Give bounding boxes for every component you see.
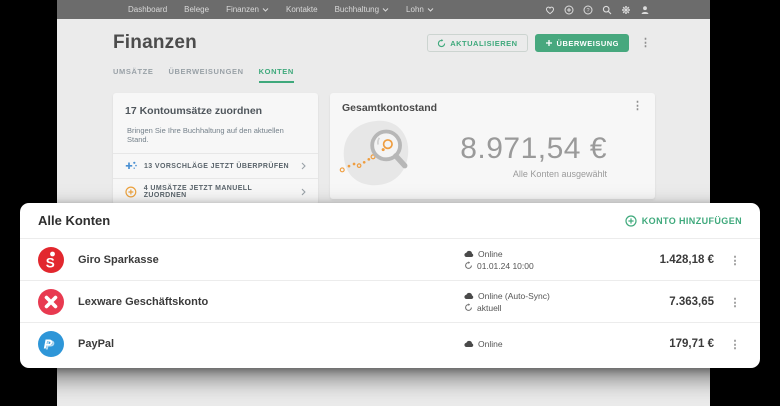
page-title: Finanzen bbox=[113, 32, 197, 54]
status-sync-line: 01.01.24 10:00 bbox=[464, 261, 594, 271]
finance-tabs: UMSÄTZE ÜBERWEISUNGEN KONTEN bbox=[113, 67, 655, 83]
chevron-down-icon bbox=[262, 8, 269, 12]
refresh-icon bbox=[437, 39, 446, 48]
search-icon[interactable] bbox=[601, 4, 612, 15]
refresh-button[interactable]: AKTUALISIEREN bbox=[427, 34, 527, 52]
refresh-button-label: AKTUALISIEREN bbox=[450, 39, 517, 48]
chevron-down-icon bbox=[382, 8, 389, 12]
assign-manually-label: 4 UMSÄTZE JETZT MANUELL ZUORDNEN bbox=[144, 185, 294, 199]
help-circle-icon[interactable]: ? bbox=[582, 4, 593, 15]
tab-umsaetze[interactable]: UMSÄTZE bbox=[113, 67, 153, 83]
balance-kebab-menu-icon[interactable]: ⋮ bbox=[628, 99, 647, 114]
svg-text:P: P bbox=[44, 336, 53, 351]
nav-item-dashboard[interactable]: Dashboard bbox=[128, 5, 167, 14]
top-navigation-bar: Dashboard Belege Finanzen Kontakte Buchh… bbox=[57, 0, 710, 19]
cloud-icon bbox=[464, 250, 474, 258]
account-kebab-menu-icon[interactable]: ⋮ bbox=[726, 253, 745, 269]
svg-text:?: ? bbox=[586, 8, 589, 14]
account-kebab-wrap: ⋮ bbox=[714, 335, 756, 353]
sparkasse-logo-icon: S bbox=[38, 247, 64, 273]
tab-ueberweisungen[interactable]: ÜBERWEISUNGEN bbox=[168, 67, 243, 83]
review-suggestions-label: 13 VORSCHLÄGE JETZT ÜBERPRÜFEN bbox=[144, 163, 289, 170]
balance-value-block: 8.971,54 € Alle Konten ausgewählt bbox=[414, 93, 655, 199]
gear-icon[interactable] bbox=[620, 4, 631, 15]
heart-icon[interactable] bbox=[544, 4, 555, 15]
page-content: Finanzen AKTUALISIEREN ÜBERWEISUNG ⋮ UMS… bbox=[57, 32, 710, 205]
account-status: Online bbox=[464, 339, 594, 349]
status-online-line: Online bbox=[464, 339, 594, 349]
account-name: Giro Sparkasse bbox=[78, 254, 464, 266]
sync-icon bbox=[464, 303, 473, 312]
add-account-label: KONTO HINZUFÜGEN bbox=[642, 216, 742, 226]
assign-manually-action[interactable]: 4 UMSÄTZE JETZT MANUELL ZUORDNEN bbox=[113, 178, 318, 205]
nav-item-buchhaltung[interactable]: Buchhaltung bbox=[335, 5, 389, 14]
plus-circle-icon[interactable] bbox=[563, 4, 574, 15]
transfer-button[interactable]: ÜBERWEISUNG bbox=[535, 34, 629, 52]
page-kebab-menu-icon[interactable]: ⋮ bbox=[636, 36, 655, 51]
account-balance: 179,71 € bbox=[594, 338, 714, 350]
sync-icon bbox=[464, 261, 473, 270]
account-kebab-wrap: ⋮ bbox=[714, 251, 756, 269]
status-online-line: Online bbox=[464, 249, 594, 259]
account-row-lexware-geschaeftskonto[interactable]: Lexware Geschäftskonto Online (Auto-Sync… bbox=[20, 280, 760, 322]
tab-konten[interactable]: KONTEN bbox=[259, 67, 294, 83]
total-balance-amount: 8.971,54 € bbox=[460, 132, 607, 166]
account-balance: 7.363,65 bbox=[594, 296, 714, 308]
assign-card-subtitle: Bringen Sie Ihre Buchhaltung auf den akt… bbox=[127, 126, 304, 144]
account-name: Lexware Geschäftskonto bbox=[78, 296, 464, 308]
magnifier-illustration bbox=[338, 115, 414, 191]
paypal-logo-icon: PP bbox=[38, 331, 64, 357]
status-online-line: Online (Auto-Sync) bbox=[464, 291, 594, 301]
user-icon[interactable] bbox=[639, 4, 650, 15]
accounts-panel-header: Alle Konten KONTO HINZUFÜGEN bbox=[20, 203, 760, 238]
account-balance: 1.428,18 € bbox=[594, 254, 714, 266]
page-header: Finanzen AKTUALISIEREN ÜBERWEISUNG ⋮ bbox=[113, 32, 655, 54]
cards-row: 17 Kontoumsätze zuordnen Bringen Sie Ihr… bbox=[113, 93, 655, 205]
balance-card-title: Gesamtkontostand bbox=[342, 102, 437, 114]
topbar-icon-group: ? bbox=[544, 4, 650, 15]
transfer-button-label: ÜBERWEISUNG bbox=[557, 39, 619, 48]
balance-scope-label: Alle Konten ausgewählt bbox=[513, 169, 607, 179]
suggestions-sparkle-icon bbox=[125, 160, 137, 172]
chevron-down-icon bbox=[427, 8, 434, 12]
assign-transactions-card: 17 Kontoumsätze zuordnen Bringen Sie Ihr… bbox=[113, 93, 318, 205]
nav-item-belege[interactable]: Belege bbox=[184, 5, 209, 14]
accounts-panel-title: Alle Konten bbox=[38, 213, 110, 228]
nav-item-kontakte[interactable]: Kontakte bbox=[286, 5, 318, 14]
lexware-x-logo-icon bbox=[38, 289, 64, 315]
main-nav: Dashboard Belege Finanzen Kontakte Buchh… bbox=[128, 5, 434, 14]
plus-icon bbox=[545, 39, 553, 47]
account-kebab-wrap: ⋮ bbox=[714, 293, 756, 311]
status-sync-line: aktuell bbox=[464, 303, 594, 313]
nav-item-lohn[interactable]: Lohn bbox=[406, 5, 434, 14]
review-suggestions-action[interactable]: 13 VORSCHLÄGE JETZT ÜBERPRÜFEN bbox=[113, 153, 318, 178]
cloud-icon bbox=[464, 340, 474, 348]
add-circle-icon bbox=[625, 215, 637, 227]
accounts-panel: Alle Konten KONTO HINZUFÜGEN S Giro Spar… bbox=[20, 203, 760, 368]
header-actions: AKTUALISIEREN ÜBERWEISUNG ⋮ bbox=[427, 34, 655, 52]
account-status: Online (Auto-Sync) aktuell bbox=[464, 291, 594, 313]
account-kebab-menu-icon[interactable]: ⋮ bbox=[726, 295, 745, 311]
account-kebab-menu-icon[interactable]: ⋮ bbox=[726, 337, 745, 353]
account-row-paypal[interactable]: PP PayPal Online 179,71 € ⋮ bbox=[20, 322, 760, 364]
add-account-button[interactable]: KONTO HINZUFÜGEN bbox=[625, 215, 742, 227]
chevron-right-icon bbox=[301, 162, 306, 170]
assign-card-title: 17 Kontoumsätze zuordnen bbox=[125, 105, 306, 117]
nav-item-finanzen[interactable]: Finanzen bbox=[226, 5, 269, 14]
account-name: PayPal bbox=[78, 338, 464, 350]
svg-text:S: S bbox=[46, 255, 55, 270]
account-status: Online 01.01.24 10:00 bbox=[464, 249, 594, 271]
account-row-giro-sparkasse[interactable]: S Giro Sparkasse Online 01.01.24 10:00 1… bbox=[20, 238, 760, 280]
total-balance-card: Gesamtkontostand ⋮ bbox=[330, 93, 655, 199]
screenshot-stage: Dashboard Belege Finanzen Kontakte Buchh… bbox=[0, 0, 780, 406]
cloud-icon bbox=[464, 292, 474, 300]
assign-plus-circle-icon bbox=[125, 186, 137, 198]
chevron-right-icon bbox=[301, 188, 306, 196]
